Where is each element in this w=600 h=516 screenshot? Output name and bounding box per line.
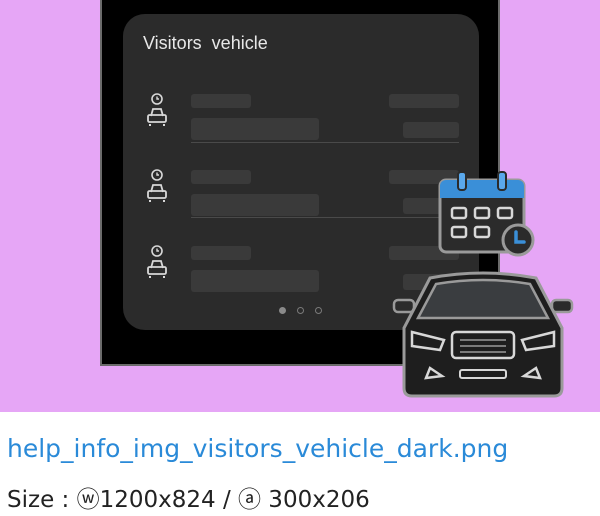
divider <box>191 142 459 143</box>
car-front-icon <box>392 271 574 398</box>
page-dot <box>297 307 304 314</box>
file-name-link[interactable]: help_info_img_visitors_vehicle_dark.png <box>7 434 508 463</box>
placeholder-bar <box>191 170 251 184</box>
car-clock-icon <box>147 169 167 202</box>
list-item <box>123 162 479 222</box>
list-item <box>123 86 479 146</box>
divider <box>191 217 459 218</box>
page-dot-active <box>279 307 286 314</box>
calendar-clock-icon <box>438 171 535 257</box>
placeholder-bar <box>191 94 251 108</box>
placeholder-bar <box>191 270 319 292</box>
widget-title: Visitors vehicle <box>143 33 268 53</box>
placeholder-bar <box>389 94 459 108</box>
page-dot <box>315 307 322 314</box>
placeholder-bar <box>191 118 319 140</box>
placeholder-bar <box>403 122 459 138</box>
placeholder-bar <box>191 194 319 216</box>
image-size-text: Size : ⓦ1200x824 / ⓐ 300x206 <box>7 487 370 513</box>
car-clock-icon <box>147 245 167 278</box>
pagination-dots <box>279 307 323 315</box>
car-clock-icon <box>147 93 167 126</box>
placeholder-bar <box>191 246 251 260</box>
image-preview: Visitors vehicle <box>0 0 600 412</box>
